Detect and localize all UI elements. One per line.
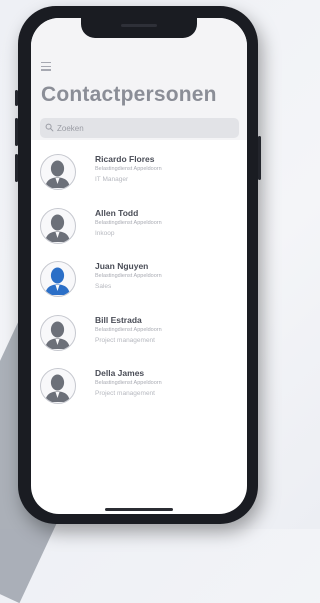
speaker-grille <box>121 24 157 27</box>
contact-name: Bill Estrada <box>95 314 142 325</box>
contact-name: Ricardo Flores <box>95 154 155 164</box>
power-button <box>258 136 261 180</box>
contact-item[interactable]: Allen Todd Belastingdienst Appeldoorn In… <box>31 202 247 256</box>
person-avatar-icon <box>45 374 70 402</box>
contact-item[interactable]: Juan Nguyen Belastingdienst Appeldoorn S… <box>31 255 247 309</box>
person-avatar-icon <box>45 321 70 349</box>
person-avatar-icon <box>45 160 70 188</box>
contact-role: Project management <box>95 336 155 344</box>
header: Contactpersonen <box>31 18 247 140</box>
search-icon <box>45 123 54 132</box>
contact-company: Belastingdienst Appeldoorn <box>95 273 162 279</box>
avatar <box>40 314 76 351</box>
person-avatar-icon <box>45 267 70 295</box>
avatar <box>40 154 76 190</box>
volume-down-button <box>15 154 18 182</box>
search-bar[interactable] <box>40 118 239 138</box>
screen: Contactpersonen Ricardo Flores <box>31 18 247 514</box>
contact-name: Juan Nguyen <box>95 261 149 271</box>
contact-name: Allen Todd <box>95 207 139 218</box>
person-avatar-icon <box>45 214 70 242</box>
notch <box>81 18 197 38</box>
contact-item[interactable]: Della James Belastingdienst Appeldoorn P… <box>31 362 247 416</box>
contact-company: Belastingdienst Appeldoorn <box>95 219 162 226</box>
contact-item[interactable]: Bill Estrada Belastingdienst Appeldoorn … <box>31 309 247 363</box>
contact-role: Inkoop <box>95 229 115 237</box>
page-title: Contactpersonen <box>41 83 217 106</box>
contact-role: Sales <box>95 283 112 290</box>
avatar <box>40 368 76 404</box>
volume-up-button <box>15 118 18 146</box>
search-input[interactable] <box>57 120 232 136</box>
phone-frame: Contactpersonen Ricardo Flores <box>15 6 261 524</box>
contact-list: Ricardo Flores Belastingdienst Appeldoor… <box>31 148 247 416</box>
contact-company: Belastingdienst Appeldoorn <box>95 166 162 172</box>
hamburger-menu-icon[interactable] <box>41 62 51 71</box>
contact-company: Belastingdienst Appeldoorn <box>95 326 162 333</box>
contact-role: IT Manager <box>95 176 129 183</box>
home-indicator[interactable] <box>105 508 173 511</box>
contact-company: Belastingdienst Appeldoorn <box>95 380 162 386</box>
contact-role: Project management <box>95 390 155 397</box>
contact-name: Della James <box>95 368 145 378</box>
avatar <box>40 261 76 297</box>
contact-item[interactable]: Ricardo Flores Belastingdienst Appeldoor… <box>31 148 247 202</box>
mute-switch <box>15 90 18 106</box>
avatar <box>40 207 76 244</box>
